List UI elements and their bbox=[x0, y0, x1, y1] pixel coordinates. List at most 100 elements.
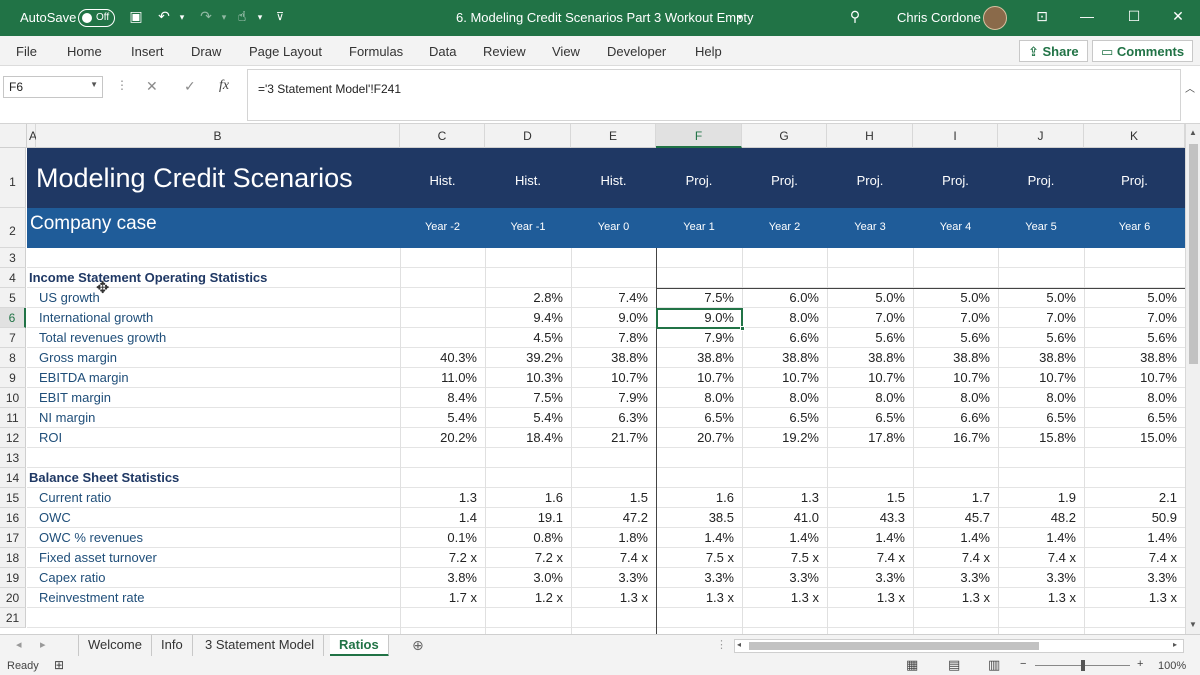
scroll-down-icon[interactable]: ▼ bbox=[1189, 620, 1197, 629]
metric-value[interactable]: 7.4 x bbox=[913, 548, 998, 567]
tab-page-layout[interactable]: Page Layout bbox=[249, 44, 322, 59]
metric-value[interactable]: 50.9 bbox=[1084, 508, 1185, 527]
metric-value[interactable]: 5.6% bbox=[1084, 328, 1185, 347]
metric-value[interactable]: 3.0% bbox=[485, 568, 571, 587]
page-layout-view-icon[interactable]: ▤ bbox=[948, 657, 960, 673]
metric-value[interactable]: 7.4 x bbox=[998, 548, 1084, 567]
row-header-21[interactable]: 21 bbox=[0, 608, 26, 628]
period-year-cell[interactable]: Year 6 bbox=[1084, 196, 1185, 236]
metric-value[interactable]: 7.5 x bbox=[656, 548, 742, 567]
collapse-formula-bar-icon[interactable]: ︿ bbox=[1185, 80, 1195, 95]
period-type-cell[interactable]: Proj. bbox=[913, 134, 998, 194]
cancel-icon[interactable]: ✕ bbox=[146, 78, 158, 95]
row-header-20[interactable]: 20 bbox=[0, 588, 26, 608]
metric-label[interactable]: Gross margin bbox=[27, 348, 400, 367]
row-header-4[interactable]: 4 bbox=[0, 268, 26, 288]
metric-value[interactable]: 7.0% bbox=[1084, 308, 1185, 327]
name-box[interactable]: F6 ▼ bbox=[3, 76, 103, 98]
redo-icon[interactable]: ↷ bbox=[196, 8, 216, 25]
insert-function-icon[interactable]: fx bbox=[219, 78, 229, 94]
metric-value[interactable]: 1.3 x bbox=[656, 588, 742, 607]
title-dropdown-icon[interactable]: ▾ bbox=[730, 12, 750, 23]
metric-value[interactable]: 9.4% bbox=[485, 308, 571, 327]
metric-value[interactable]: 1.8% bbox=[571, 528, 656, 547]
metric-value[interactable]: 1.4% bbox=[913, 528, 998, 547]
row-header-11[interactable]: 11 bbox=[0, 408, 26, 428]
search-icon[interactable]: ⚲ bbox=[845, 8, 865, 25]
sheet-tab-welcome[interactable]: Welcome bbox=[78, 635, 152, 657]
metric-label[interactable]: International growth bbox=[27, 308, 400, 327]
tab-data[interactable]: Data bbox=[429, 44, 456, 59]
metric-value[interactable]: 1.3 bbox=[742, 488, 827, 507]
metric-value[interactable]: 6.5% bbox=[742, 408, 827, 427]
metric-value[interactable]: 5.0% bbox=[827, 288, 913, 307]
metric-label[interactable]: US growth bbox=[27, 288, 400, 307]
metric-value[interactable]: 6.3% bbox=[571, 408, 656, 427]
metric-value[interactable]: 7.4 x bbox=[571, 548, 656, 567]
metric-label[interactable]: NI margin bbox=[27, 408, 400, 427]
metric-value[interactable]: 1.3 x bbox=[571, 588, 656, 607]
metric-value[interactable]: 1.6 bbox=[656, 488, 742, 507]
metric-value[interactable]: 5.4% bbox=[485, 408, 571, 427]
metric-value[interactable]: 3.3% bbox=[998, 568, 1084, 587]
tab-developer[interactable]: Developer bbox=[607, 44, 666, 59]
share-button[interactable]: ⇪ Share bbox=[1019, 40, 1088, 62]
redo-dropdown-icon[interactable]: ▾ bbox=[214, 12, 234, 23]
metric-value[interactable]: 5.4% bbox=[400, 408, 485, 427]
next-sheet-icon[interactable]: ▸ bbox=[40, 638, 46, 651]
metric-value[interactable]: 3.3% bbox=[913, 568, 998, 587]
scroll-right-icon[interactable]: ▸ bbox=[1173, 640, 1177, 649]
period-year-cell[interactable]: Year 2 bbox=[742, 196, 827, 236]
row-header-3[interactable]: 3 bbox=[0, 248, 26, 268]
metric-value[interactable]: 6.5% bbox=[656, 408, 742, 427]
zoom-level[interactable]: 100% bbox=[1158, 660, 1186, 672]
metric-value[interactable]: 38.8% bbox=[827, 348, 913, 367]
metric-value[interactable]: 38.8% bbox=[742, 348, 827, 367]
metric-value[interactable]: 7.4 x bbox=[827, 548, 913, 567]
vertical-scrollbar[interactable]: ▲ ▼ bbox=[1185, 124, 1200, 634]
metric-value[interactable]: 3.3% bbox=[742, 568, 827, 587]
metric-value[interactable]: 1.4% bbox=[827, 528, 913, 547]
metric-value[interactable]: 7.4 x bbox=[1084, 548, 1185, 567]
touch-dropdown-icon[interactable]: ▾ bbox=[250, 12, 270, 23]
period-type-cell[interactable]: Hist. bbox=[485, 134, 571, 194]
metric-value[interactable]: 8.0% bbox=[742, 388, 827, 407]
metric-value[interactable]: 18.4% bbox=[485, 428, 571, 447]
metric-value[interactable]: 1.4% bbox=[742, 528, 827, 547]
metric-value[interactable]: 6.5% bbox=[1084, 408, 1185, 427]
metric-value[interactable]: 5.0% bbox=[998, 288, 1084, 307]
metric-value[interactable]: 15.8% bbox=[998, 428, 1084, 447]
metric-label[interactable]: Reinvestment rate bbox=[27, 588, 400, 607]
metric-value[interactable]: 7.2 x bbox=[400, 548, 485, 567]
row-header-16[interactable]: 16 bbox=[0, 508, 26, 528]
tab-file[interactable]: File bbox=[16, 44, 37, 59]
metric-value[interactable]: 3.3% bbox=[656, 568, 742, 587]
row-header-19[interactable]: 19 bbox=[0, 568, 26, 588]
touch-mode-icon[interactable]: ☝ bbox=[232, 8, 252, 25]
metric-value[interactable]: 1.5 bbox=[827, 488, 913, 507]
metric-value[interactable]: 1.3 x bbox=[913, 588, 998, 607]
avatar[interactable] bbox=[983, 6, 1007, 30]
active-cell-selection[interactable] bbox=[656, 308, 745, 331]
row-header-15[interactable]: 15 bbox=[0, 488, 26, 508]
metric-value[interactable]: 1.7 x bbox=[400, 588, 485, 607]
metric-value[interactable]: 8.0% bbox=[1084, 388, 1185, 407]
page-break-preview-icon[interactable]: ▥ bbox=[988, 657, 1000, 673]
metric-value[interactable]: 10.7% bbox=[1084, 368, 1185, 387]
metric-value[interactable]: 40.3% bbox=[400, 348, 485, 367]
metric-label[interactable]: Fixed asset turnover bbox=[27, 548, 400, 567]
metric-value[interactable]: 7.0% bbox=[998, 308, 1084, 327]
section-header-balance[interactable]: Balance Sheet Statistics bbox=[27, 468, 400, 487]
fill-handle[interactable] bbox=[740, 326, 745, 331]
metric-value[interactable]: 5.6% bbox=[998, 328, 1084, 347]
user-name[interactable]: Chris Cordone bbox=[897, 10, 981, 25]
metric-value[interactable]: 38.5 bbox=[656, 508, 742, 527]
metric-value[interactable]: 1.4% bbox=[656, 528, 742, 547]
metric-label[interactable]: Capex ratio bbox=[27, 568, 400, 587]
period-type-cell[interactable]: Proj. bbox=[1084, 134, 1185, 194]
metric-label[interactable]: EBIT margin bbox=[27, 388, 400, 407]
worksheet-grid[interactable]: ABCDEFGHIJK Modeling Credit Scenarios His… bbox=[0, 124, 1200, 634]
row-header-7[interactable]: 7 bbox=[0, 328, 26, 348]
metric-value[interactable]: 10.7% bbox=[913, 368, 998, 387]
row-header-8[interactable]: 8 bbox=[0, 348, 26, 368]
